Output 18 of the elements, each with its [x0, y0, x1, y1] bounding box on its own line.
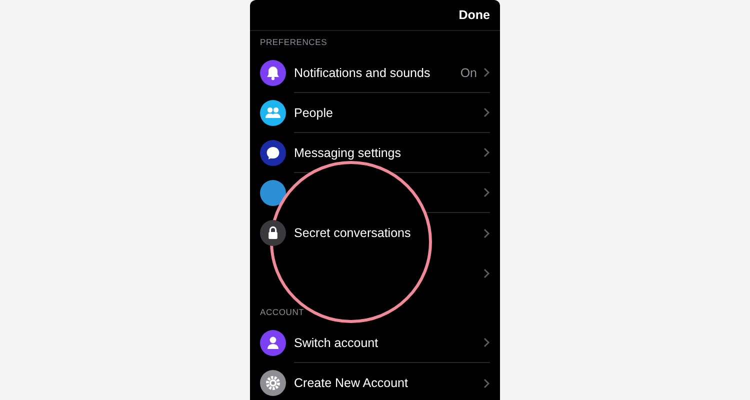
chevron-icon — [483, 187, 490, 198]
row-value: On — [460, 66, 477, 80]
section-header: PREFERENCES — [259, 36, 328, 49]
chevron-icon — [483, 67, 490, 78]
row-label[interactable]: People — [294, 106, 483, 120]
chevron-icon — [483, 268, 490, 278]
row-label[interactable]: Messaging settings — [294, 146, 483, 160]
chevron-icon — [483, 147, 490, 158]
row-label[interactable]: Secret conversations — [294, 226, 483, 240]
row-label[interactable]: Create New Account — [294, 376, 483, 390]
chevron-icon — [483, 107, 490, 118]
row-label[interactable]: Switch account — [294, 336, 483, 350]
chevron-icon — [483, 378, 490, 388]
done-button[interactable]: Done — [458, 8, 490, 22]
row-label[interactable]: Notifications and sounds — [294, 66, 460, 80]
section-header: ACCOUNT — [259, 306, 306, 319]
chevron-icon — [483, 337, 490, 348]
chevron-icon — [483, 228, 490, 238]
